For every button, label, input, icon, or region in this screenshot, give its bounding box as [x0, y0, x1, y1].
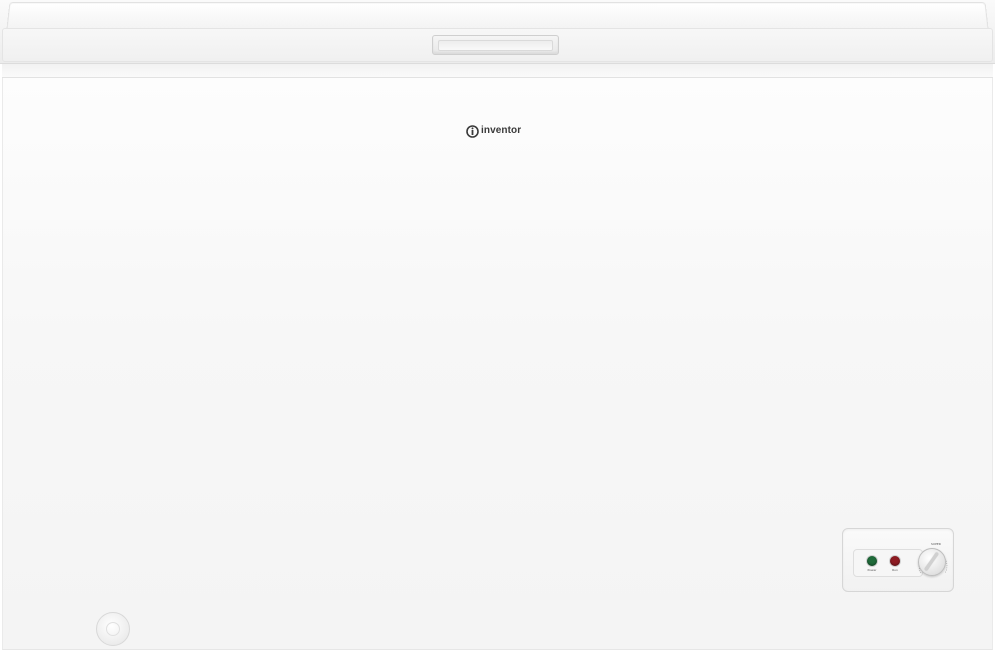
thermostat-control-panel: Power Run SUPER — [842, 528, 954, 592]
inventor-logo-icon — [466, 124, 479, 138]
chest-freezer: inventor Power Run SUPER — [0, 0, 995, 652]
lid-top-surface — [6, 2, 989, 29]
thermostat-knob-label: SUPER — [931, 542, 941, 546]
brand-name: inventor — [481, 125, 522, 136]
power-light — [867, 556, 877, 566]
run-light — [890, 556, 900, 566]
brand-logo: inventor — [466, 124, 521, 138]
thermostat-knob[interactable] — [918, 548, 946, 576]
lid-seam — [2, 64, 993, 78]
power-light-label: Power — [867, 568, 877, 572]
knob-grip — [924, 552, 939, 571]
freezer-lid[interactable] — [0, 0, 995, 64]
drain-plug[interactable] — [96, 612, 130, 646]
run-light-label: Run — [892, 568, 898, 572]
lid-handle[interactable] — [432, 35, 559, 55]
